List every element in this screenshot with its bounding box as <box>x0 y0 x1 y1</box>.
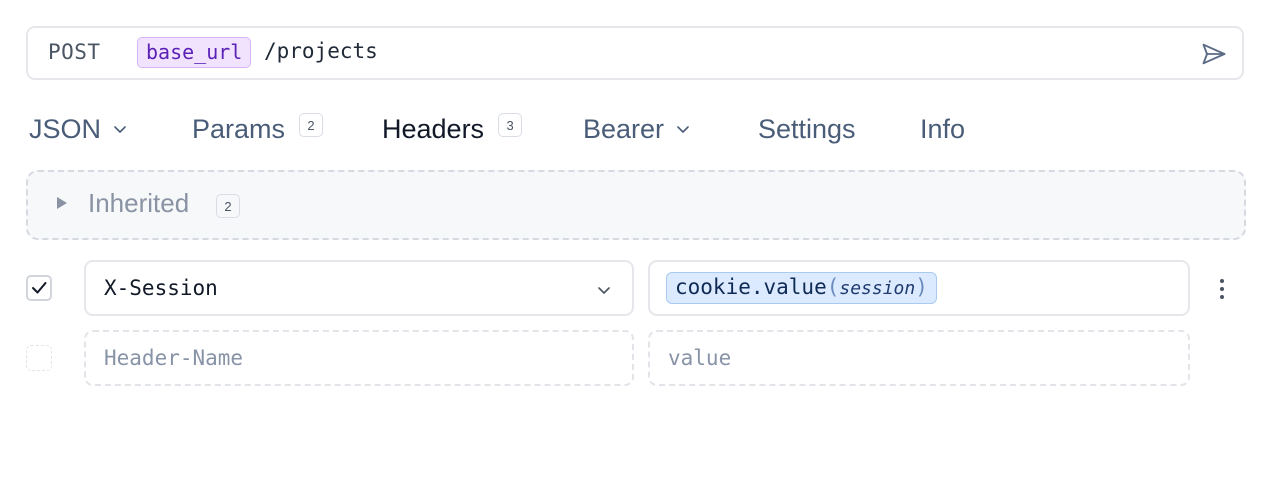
function-name: cookie.value <box>675 275 827 299</box>
checkmark-icon <box>32 282 47 294</box>
inherited-count-badge: 2 <box>216 194 240 218</box>
count-badge: 2 <box>299 113 324 137</box>
chevron-down-icon <box>677 126 689 133</box>
url-path[interactable]: /projects <box>264 39 378 63</box>
send-icon[interactable] <box>1200 40 1228 68</box>
inherited-label: Inherited <box>88 188 190 218</box>
tab-settings[interactable]: Settings <box>758 111 856 147</box>
header-name-select[interactable]: X-Session <box>84 260 634 316</box>
new-header-name-input[interactable]: Header-Name <box>84 330 634 386</box>
new-header-checkbox[interactable] <box>26 345 52 371</box>
new-header-value-input[interactable]: value <box>648 330 1190 386</box>
inherited-headers-section[interactable]: Inherited 2 <box>26 170 1246 240</box>
tab-label: Info <box>920 113 966 144</box>
tab-label: Settings <box>758 113 856 144</box>
more-options-icon[interactable] <box>1214 276 1230 302</box>
tab-bearer[interactable]: Bearer <box>583 111 690 147</box>
tab-headers[interactable]: Headers 3 <box>382 111 523 147</box>
count-badge: 3 <box>498 113 523 137</box>
tab-label: Params <box>192 113 286 144</box>
tab-json[interactable]: JSON <box>29 111 127 147</box>
tab-info[interactable]: Info <box>920 111 965 147</box>
header-name-placeholder: Header-Name <box>104 346 244 370</box>
url-bar[interactable]: POST base_url /projects <box>26 26 1244 80</box>
header-value-placeholder: value <box>668 346 732 370</box>
header-enabled-checkbox[interactable] <box>26 275 52 301</box>
template-function-chip[interactable]: cookie.value(session) <box>666 272 937 304</box>
tab-params[interactable]: Params 2 <box>192 111 324 147</box>
tab-label: Bearer <box>583 113 665 144</box>
header-name: X-Session <box>104 276 218 300</box>
tab-label: JSON <box>29 113 102 144</box>
tab-label: Headers <box>382 113 485 144</box>
http-method[interactable]: POST <box>48 40 101 64</box>
function-argument: session <box>839 278 916 299</box>
header-value-field[interactable]: cookie.value(session) <box>648 260 1190 316</box>
caret-right-icon <box>57 197 67 209</box>
chevron-down-icon <box>114 126 126 133</box>
url-variable-chip[interactable]: base_url <box>137 37 252 68</box>
chevron-down-icon <box>598 287 610 294</box>
